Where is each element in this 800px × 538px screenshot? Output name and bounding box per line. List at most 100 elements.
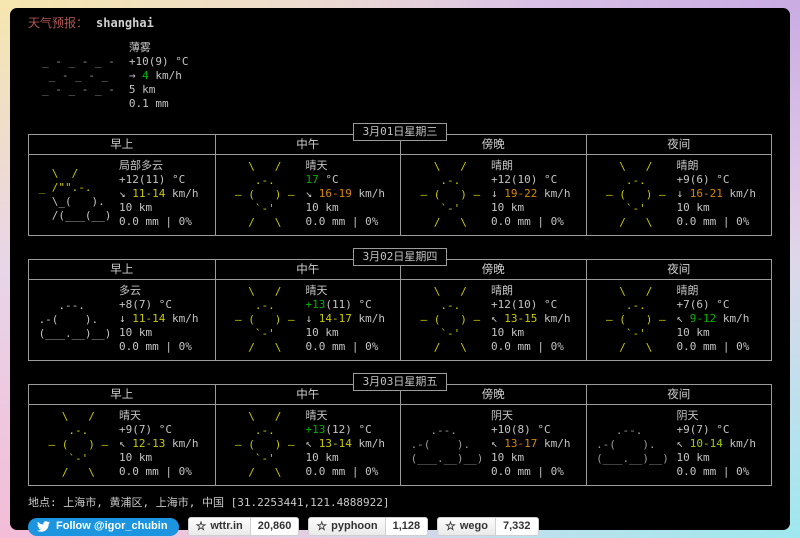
temp-highlight: +13 bbox=[305, 423, 326, 436]
condition-label: 局部多云 bbox=[119, 159, 163, 172]
temperature-line: +13(11) °C bbox=[306, 298, 386, 312]
forecast-cell: \ / .-. ― ( ) ― `-' / \ 晴朗 +12(10) °C ↖ … bbox=[400, 280, 586, 360]
temperature-line: +7(6) °C bbox=[677, 298, 750, 312]
weather-ascii-icon: .--. .-( ). (___.__)__) bbox=[596, 424, 669, 465]
wind-line: ↘ 16-19 km/h bbox=[306, 187, 386, 201]
wind-line: ↖ 13-14 km/h bbox=[306, 437, 386, 451]
badges-row: Follow @igor_chubin ☆ wttr.in 20,860 ☆ pyp… bbox=[28, 517, 772, 536]
current-precipitation: 0.1 mm bbox=[128, 97, 169, 110]
star-count: 1,128 bbox=[384, 518, 428, 535]
wind-line: ↖ 10-14 km/h bbox=[677, 437, 757, 451]
wind-unit: km/h bbox=[544, 187, 571, 200]
wind-range: 16-19 bbox=[318, 187, 352, 200]
wind-unit: km/h bbox=[722, 312, 750, 325]
icon-wrap: \ / .-. ― ( ) ― `-' / \ bbox=[589, 159, 677, 231]
period-header: 夜间 bbox=[585, 135, 772, 154]
period-header: 早上 bbox=[110, 387, 134, 401]
temp-rest: (12) °C bbox=[325, 423, 372, 436]
precip-value: 0.0 mm | 0% bbox=[119, 340, 192, 353]
forecast-cell: .--. .-( ). (___.__)__) 阴天 +10(8) °C ↖ 1… bbox=[400, 405, 586, 485]
icon-wrap: \ / .-. ― ( ) ― `-' / \ bbox=[403, 284, 491, 356]
temp-rest: °C bbox=[318, 173, 339, 186]
weather-ascii-icon: \ / .-. ― ( ) ― `-' / \ bbox=[413, 160, 481, 229]
wind-arrow-icon: ↖ bbox=[305, 437, 313, 450]
forecast-table: 早上 中午 傍晚 夜间 \ / _ /"".-. \_( ). /(___(__) 局… bbox=[28, 134, 772, 236]
wind-arrow-icon: ↘ bbox=[119, 187, 126, 200]
report-location: shanghai bbox=[96, 16, 154, 30]
weather-ascii-icon: \ / _ /"".-. \_( ). /(___(__) bbox=[38, 167, 112, 222]
wind-line: ↓ 14-17 km/h bbox=[306, 312, 386, 326]
wind-arrow-icon: ↖ bbox=[491, 312, 498, 325]
github-star-badge-wego[interactable]: ☆ wego 7,332 bbox=[437, 517, 539, 536]
cells-row: \ / .-. ― ( ) ― `-' / \ 晴天 +9(7) °C ↖ 12… bbox=[29, 405, 771, 485]
github-star-badge-pyphoon[interactable]: ☆ pyphoon 1,128 bbox=[308, 517, 429, 536]
wind-range: 12-13 bbox=[132, 437, 166, 450]
star-icon: ☆ bbox=[195, 519, 207, 533]
repo-name: wttr.in bbox=[210, 520, 243, 532]
wind-range: 11-14 bbox=[132, 187, 166, 200]
wind-unit: km/h bbox=[358, 187, 386, 200]
visibility-value: 10 km bbox=[676, 326, 710, 339]
wind-range: 13-14 bbox=[318, 437, 352, 450]
visibility-value: 10 km bbox=[305, 326, 339, 339]
forecast-cell: .--. .-( ). (___.__)__) 多云 +8(7) °C ↓ 11… bbox=[29, 280, 215, 360]
wind-arrow-icon: → bbox=[128, 69, 136, 82]
wind-arrow-icon: ↘ bbox=[305, 187, 313, 200]
temp-rest: +9(7) °C bbox=[119, 423, 172, 436]
temp-rest: +12(10) °C bbox=[491, 298, 558, 311]
github-star-badge-wttrin[interactable]: ☆ wttr.in 20,860 bbox=[187, 517, 300, 536]
wind-line: ↖ 9-12 km/h bbox=[677, 312, 750, 326]
visibility-value: 10 km bbox=[119, 451, 153, 464]
forecast-table: 早上 中午 傍晚 夜间 \ / .-. ― ( ) ― `-' / \ 晴天 +9(7… bbox=[28, 384, 772, 486]
forecast-cell: \ / .-. ― ( ) ― `-' / \ 晴天 +13(11) °C ↓ … bbox=[214, 280, 401, 360]
wind-arrow-icon: ↓ bbox=[491, 187, 498, 200]
twitter-bird-icon bbox=[37, 520, 50, 532]
condition-label: 阴天 bbox=[491, 409, 513, 422]
precip-value: 0.0 mm | 0% bbox=[305, 465, 379, 478]
wind-range: 14-17 bbox=[318, 312, 352, 325]
wind-unit: km/h bbox=[172, 312, 199, 325]
temp-rest: +8(7) °C bbox=[119, 298, 172, 311]
temp-rest: +9(6) °C bbox=[676, 173, 730, 186]
wind-range: 16-21 bbox=[689, 187, 723, 200]
temperature-line: 17 °C bbox=[306, 173, 386, 187]
temp-rest: +10(8) °C bbox=[491, 423, 551, 436]
precip-value: 0.0 mm | 0% bbox=[305, 215, 379, 228]
forecast-cell: \ / .-. ― ( ) ― `-' / \ 晴天 17 °C ↘ 16-19… bbox=[214, 155, 401, 235]
current-conditions: _ - _ - _ - _ - _ - _ _ - _ - _ - 薄雾 +10… bbox=[42, 41, 772, 111]
wind-line: ↖ 13-15 km/h bbox=[491, 312, 571, 326]
icon-wrap: \ / .-. ― ( ) ― `-' / \ bbox=[218, 284, 306, 356]
current-wind-value: 4 bbox=[142, 69, 149, 82]
star-count: 20,860 bbox=[249, 518, 299, 535]
period-header: 早上 bbox=[110, 137, 134, 151]
wind-range: 9-12 bbox=[689, 312, 717, 325]
temperature-line: +13(12) °C bbox=[306, 423, 386, 437]
current-visibility: 5 km bbox=[128, 83, 156, 96]
wind-unit: km/h bbox=[172, 437, 199, 450]
current-wind: → 4 km/h bbox=[129, 69, 189, 83]
temperature-line: +9(7) °C bbox=[119, 423, 199, 437]
precip-value: 0.0 mm | 0% bbox=[119, 215, 192, 228]
twitter-follow-label: Follow @igor_chubin bbox=[56, 520, 168, 532]
condition-label: 晴朗 bbox=[676, 159, 699, 172]
forecast-day: 3月02日星期四 早上 中午 傍晚 夜间 .--. .-( ). (___.__)__… bbox=[28, 248, 772, 361]
precip-value: 0.0 mm | 0% bbox=[491, 215, 564, 228]
condition-label: 晴朗 bbox=[491, 284, 513, 297]
precip-value: 0.0 mm | 0% bbox=[676, 340, 750, 353]
weather-ascii-icon: \ / .-. ― ( ) ― `-' / \ bbox=[41, 410, 109, 479]
icon-wrap: \ / .-. ― ( ) ― `-' / \ bbox=[589, 284, 677, 356]
wind-unit: km/h bbox=[544, 312, 571, 325]
current-temperature: +10(9) °C bbox=[128, 55, 189, 68]
wind-line: ↓ 16-21 km/h bbox=[677, 187, 757, 201]
report-header-label: 天气预报： bbox=[28, 16, 89, 30]
wind-arrow-icon: ↓ bbox=[119, 312, 126, 325]
twitter-follow-button[interactable]: Follow @igor_chubin bbox=[28, 517, 179, 536]
condition-label: 晴天 bbox=[305, 159, 328, 172]
date-label: 3月02日星期四 bbox=[362, 250, 438, 263]
temp-rest: +12(11) °C bbox=[119, 173, 186, 186]
weather-ascii-icon: \ / .-. ― ( ) ― `-' / \ bbox=[228, 410, 295, 479]
condition-label: 晴天 bbox=[305, 284, 328, 297]
icon-wrap: \ / .-. ― ( ) ― `-' / \ bbox=[403, 159, 491, 231]
temperature-line: +12(10) °C bbox=[491, 173, 571, 187]
icon-wrap: \ / .-. ― ( ) ― `-' / \ bbox=[218, 159, 306, 231]
